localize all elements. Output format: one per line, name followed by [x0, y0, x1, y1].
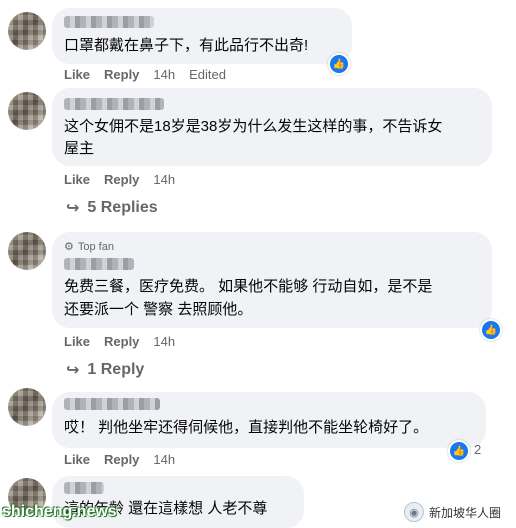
top-fan-badge: ⚙ Top fan — [64, 240, 114, 254]
reply-button[interactable]: Reply — [104, 172, 139, 187]
top-fan-icon: ⚙ — [64, 241, 74, 253]
comment-bubble: 这个女佣不是18岁是38岁为什么发生这样的事，不告诉女 屋主 — [52, 88, 492, 166]
like-button[interactable]: Like — [64, 452, 90, 467]
avatar[interactable] — [8, 232, 46, 270]
comment-text: 口罩都戴在鼻子下，有此品行不出奇! — [64, 37, 309, 54]
comment-actions: Like Reply 14h — [64, 334, 175, 349]
channel-name: 新加坡华人圈 — [429, 505, 502, 520]
comment-bubble: ⚙ Top fan 免费三餐，医疗免费。 如果他不能够 行动自如，是不是 还要派… — [52, 232, 492, 328]
comment-text: 这个女佣不是18岁是38岁为什么发生这样的事，不告诉女 — [64, 118, 443, 135]
comment-actions: Like Reply 14h — [64, 452, 175, 467]
commenter-name[interactable] — [64, 398, 160, 410]
commenter-name[interactable] — [64, 98, 164, 110]
comment-bubble: 口罩都戴在鼻子下，有此品行不出奇! — [52, 8, 352, 64]
comment-actions: Like Reply 14h Edited — [64, 67, 226, 82]
channel-watermark: ◉ 新加坡华人圈 — [400, 500, 506, 524]
timestamp[interactable]: 14h — [153, 172, 175, 187]
timestamp[interactable]: 14h — [153, 67, 175, 82]
reply-button[interactable]: Reply — [104, 334, 139, 349]
comment-bubble: 哎！ 判他坐牢还得伺候他，直接判他不能坐轮椅好了。 — [52, 392, 486, 448]
edited-label[interactable]: Edited — [189, 67, 226, 82]
timestamp[interactable]: 14h — [153, 452, 175, 467]
wechat-logo-icon: ◉ — [404, 502, 424, 522]
comment-text: 哎！ 判他坐牢还得伺候他，直接判他不能坐轮椅好了。 — [64, 419, 429, 436]
comment-text: 免费三餐，医疗免费。 如果他不能够 行动自如，是不是 — [64, 278, 433, 295]
like-button[interactable]: Like — [64, 334, 90, 349]
replies-count[interactable]: 5 Replies — [87, 199, 157, 217]
reply-arrow-icon: ↪ — [66, 362, 80, 379]
reply-arrow-icon: ↪ — [66, 200, 80, 217]
site-watermark: shicheng.news — [2, 503, 117, 520]
avatar[interactable] — [8, 12, 46, 50]
commenter-name[interactable] — [64, 482, 104, 494]
comment-text: 还要派一个 警察 去照顾他。 — [64, 301, 253, 318]
like-reaction-icon[interactable]: 👍 — [448, 440, 470, 462]
reaction-count[interactable]: 2 — [474, 442, 481, 457]
view-replies-link[interactable]: ↪ 5 Replies — [66, 198, 158, 218]
reply-button[interactable]: Reply — [104, 452, 139, 467]
replies-count[interactable]: 1 Reply — [87, 361, 144, 379]
like-reaction-icon[interactable]: 👍 — [328, 53, 350, 75]
like-button[interactable]: Like — [64, 67, 90, 82]
avatar[interactable] — [8, 388, 46, 426]
commenter-name[interactable] — [64, 16, 154, 28]
top-fan-label: Top fan — [77, 240, 114, 253]
avatar[interactable] — [8, 92, 46, 130]
view-replies-link[interactable]: ↪ 1 Reply — [66, 360, 144, 380]
comment-text: 屋主 — [64, 140, 95, 157]
commenter-name[interactable] — [64, 258, 134, 270]
comment-actions: Like Reply 14h — [64, 172, 175, 187]
reply-button[interactable]: Reply — [104, 67, 139, 82]
like-button[interactable]: Like — [64, 172, 90, 187]
timestamp[interactable]: 14h — [153, 334, 175, 349]
like-reaction-icon[interactable]: 👍 — [480, 319, 502, 341]
